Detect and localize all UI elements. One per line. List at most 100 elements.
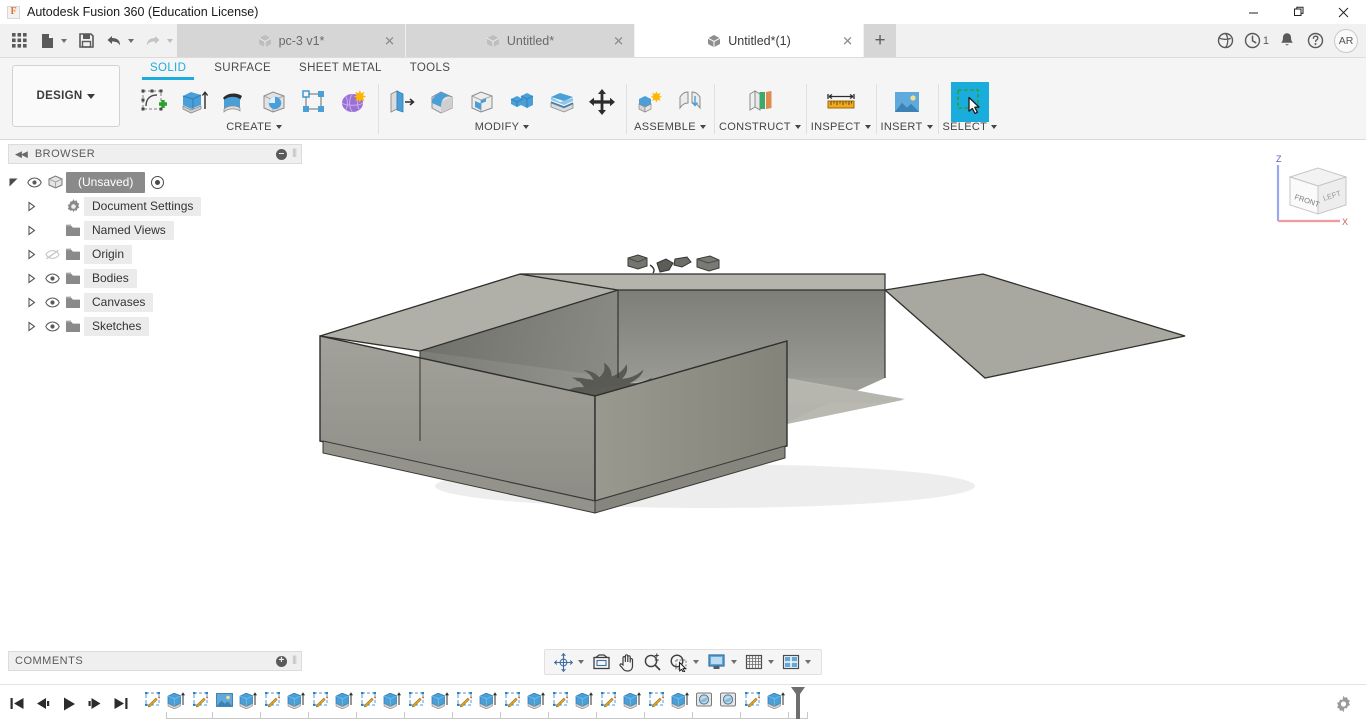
timeline-feature-sketch[interactable]	[356, 688, 380, 712]
timeline-feature-sketch[interactable]	[740, 688, 764, 712]
browser-resize-grip[interactable]: ⦀	[292, 148, 297, 161]
viewports-icon[interactable]	[779, 650, 803, 674]
app-grid-icon[interactable]	[6, 28, 32, 54]
zoom-window-icon[interactable]	[666, 650, 691, 674]
undo-group[interactable]	[101, 28, 138, 54]
step-forward-icon[interactable]	[84, 692, 106, 716]
form-icon[interactable]	[335, 82, 373, 122]
twisty-collapsed-icon[interactable]	[26, 224, 42, 236]
new-file-caret-icon[interactable]	[61, 38, 67, 43]
workspace-selector[interactable]: DESIGN	[12, 65, 120, 127]
timeline-feature-sketch[interactable]	[548, 688, 572, 712]
timeline-feature-extrude[interactable]	[380, 688, 404, 712]
timeline-feature-extrude[interactable]	[620, 688, 644, 712]
play-icon[interactable]	[58, 692, 80, 716]
document-tab-3[interactable]: Untitled*(1) ✕	[635, 24, 864, 57]
fillet-icon[interactable]	[423, 82, 461, 122]
comments-resize-grip[interactable]: ⦀	[292, 655, 297, 668]
document-tab-2[interactable]: Untitled* ✕	[406, 24, 635, 57]
display-settings-caret-icon[interactable]	[731, 660, 737, 664]
tree-node-canvases[interactable]: Canvases	[8, 290, 302, 314]
timeline-feature-sketch[interactable]	[140, 688, 164, 712]
panel-construct-label[interactable]: CONSTRUCT	[719, 121, 801, 133]
timeline-feature-extrude[interactable]	[284, 688, 308, 712]
panel-create-label[interactable]: CREATE	[226, 121, 282, 133]
shell-icon[interactable]	[463, 82, 501, 122]
visibility-eye-icon[interactable]	[42, 296, 62, 308]
redo-group[interactable]	[140, 28, 177, 54]
orbit-icon[interactable]	[551, 650, 576, 674]
insert-canvas-icon[interactable]	[888, 82, 926, 122]
timeline-feature-sketch[interactable]	[404, 688, 428, 712]
3d-viewport[interactable]: Z X FRONT LEFT	[305, 141, 1366, 682]
joint-icon[interactable]	[671, 82, 709, 122]
timeline-track[interactable]	[140, 686, 1366, 722]
undo-caret-icon[interactable]	[128, 38, 134, 43]
timeline-feature-sketch[interactable]	[308, 688, 332, 712]
pan-icon[interactable]	[615, 650, 639, 674]
visibility-eye-icon[interactable]	[42, 272, 62, 284]
undo-icon[interactable]	[101, 28, 127, 54]
timeline-feature-sketch[interactable]	[596, 688, 620, 712]
tab-sheet-metal[interactable]: SHEET METAL	[285, 58, 396, 79]
zoom-window-caret-icon[interactable]	[693, 660, 699, 664]
create-sketch-icon[interactable]	[135, 82, 173, 122]
component-activate-radio[interactable]	[151, 175, 165, 189]
new-tab-button[interactable]: +	[864, 24, 896, 57]
notifications-bell-icon[interactable]	[1274, 28, 1300, 54]
browser-minimize-icon[interactable]: –	[276, 148, 288, 160]
new-file-group[interactable]	[34, 28, 71, 54]
extensions-icon[interactable]	[1213, 28, 1239, 54]
twisty-expanded-icon[interactable]	[8, 177, 24, 188]
timeline-feature-hole[interactable]	[716, 688, 740, 712]
help-icon[interactable]	[1302, 28, 1328, 54]
extrude-icon[interactable]	[175, 82, 213, 122]
select-window-icon[interactable]	[950, 82, 989, 122]
visibility-eye-icon[interactable]	[24, 176, 44, 188]
new-file-icon[interactable]	[34, 28, 60, 54]
panel-inspect-label[interactable]: INSPECT	[811, 121, 871, 133]
go-to-beginning-icon[interactable]	[6, 692, 28, 716]
timeline-settings-gear-icon[interactable]	[1335, 695, 1352, 712]
grid-snap-caret-icon[interactable]	[768, 660, 774, 664]
move-copy-icon[interactable]	[583, 82, 621, 122]
document-tab-close-icon[interactable]: ✕	[842, 34, 853, 47]
twisty-collapsed-icon[interactable]	[26, 296, 42, 308]
redo-caret-icon[interactable]	[167, 38, 173, 43]
twisty-collapsed-icon[interactable]	[26, 272, 42, 284]
split-face-icon[interactable]	[543, 82, 581, 122]
timeline-feature-sketch[interactable]	[452, 688, 476, 712]
timeline-feature-canvas[interactable]	[212, 688, 236, 712]
pattern-icon[interactable]	[295, 82, 333, 122]
timeline-feature-extrude[interactable]	[164, 688, 188, 712]
panel-modify-label[interactable]: MODIFY	[475, 121, 530, 133]
twisty-collapsed-icon[interactable]	[26, 248, 42, 260]
sweep-icon[interactable]	[255, 82, 293, 122]
job-status-icon[interactable]: 1	[1241, 28, 1272, 54]
document-tab-close-icon[interactable]: ✕	[384, 34, 395, 47]
panel-select-label[interactable]: SELECT	[943, 121, 998, 133]
new-component-icon[interactable]	[631, 82, 669, 122]
grid-snap-icon[interactable]	[742, 650, 766, 674]
timeline-feature-extrude[interactable]	[668, 688, 692, 712]
zoom-icon[interactable]	[640, 650, 665, 674]
timeline-playhead[interactable]	[790, 686, 806, 720]
visibility-eye-icon[interactable]	[42, 320, 62, 332]
twisty-collapsed-icon[interactable]	[26, 320, 42, 332]
twisty-collapsed-icon[interactable]	[26, 200, 42, 212]
tree-node-origin[interactable]: Origin	[8, 242, 302, 266]
timeline-feature-extrude[interactable]	[524, 688, 548, 712]
timeline-feature-extrude[interactable]	[764, 688, 788, 712]
tree-node-sketches[interactable]: Sketches	[8, 314, 302, 338]
timeline-feature-extrude[interactable]	[572, 688, 596, 712]
timeline-feature-sketch[interactable]	[500, 688, 524, 712]
viewports-caret-icon[interactable]	[805, 660, 811, 664]
timeline-feature-extrude[interactable]	[332, 688, 356, 712]
add-comment-icon[interactable]: +	[276, 655, 288, 667]
comments-panel-header[interactable]: COMMENTS + ⦀	[8, 651, 302, 671]
close-button[interactable]	[1321, 0, 1366, 24]
timeline-feature-hole[interactable]	[692, 688, 716, 712]
view-cube[interactable]: Z X FRONT LEFT	[1268, 151, 1356, 233]
revolve-icon[interactable]	[215, 82, 253, 122]
tab-surface[interactable]: SURFACE	[200, 58, 285, 79]
